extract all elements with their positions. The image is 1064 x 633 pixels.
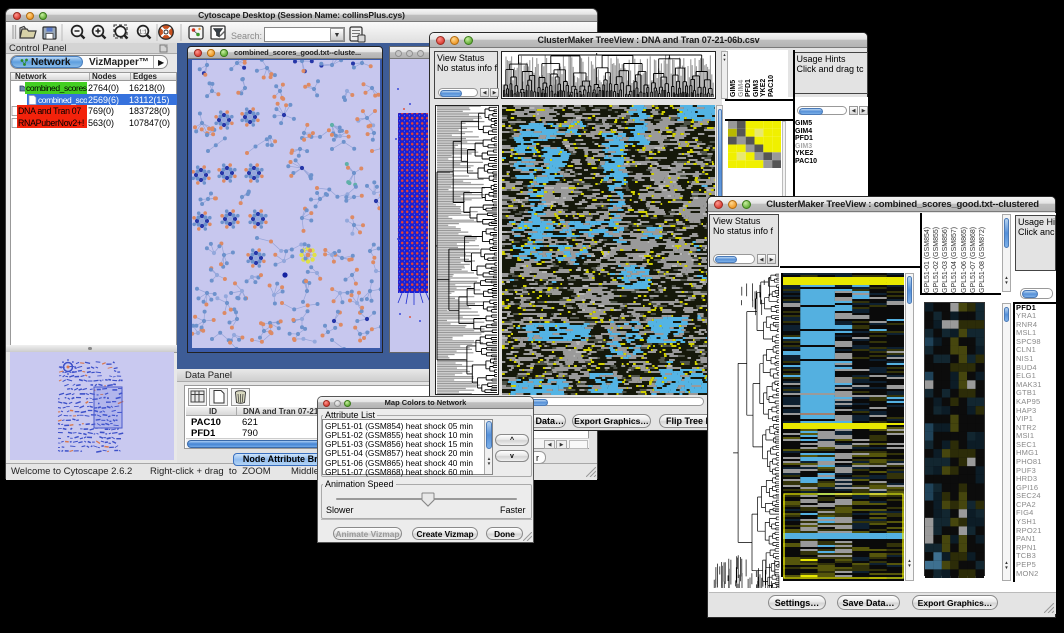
svg-text:1:1: 1:1 [139,30,147,36]
